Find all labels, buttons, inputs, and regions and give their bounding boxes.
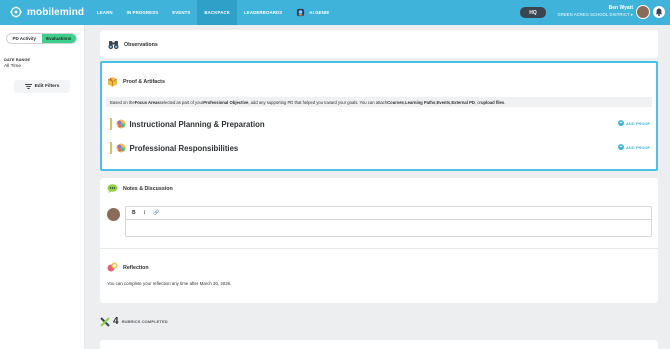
plus-icon: + xyxy=(618,119,624,126)
nav-in-progress[interactable]: IN PROGRESS xyxy=(120,0,166,25)
chat-bubble-icon xyxy=(107,184,118,193)
user-name: Ben Wyatt xyxy=(608,5,633,11)
desc-text: Based on the xyxy=(110,99,135,105)
user-avatar[interactable] xyxy=(636,5,650,19)
user-menu[interactable]: Ben Wyatt GREEN ACRES SCHOOL DISTRICT ▾ xyxy=(557,5,633,17)
observations-title: Observations xyxy=(124,41,158,48)
add-proof-button[interactable]: + ADD PROOF xyxy=(618,144,650,150)
main-nav: LEARN IN PROGRESS EVENTS BACKPACK LEADER… xyxy=(90,0,336,25)
area-accent-bar xyxy=(110,142,112,154)
rubrics-label: RUBRICS COMPLETED xyxy=(121,319,168,324)
edit-filters-button[interactable]: Edit Filters xyxy=(14,80,70,93)
observations-header[interactable]: Observations xyxy=(108,39,158,50)
nav-leaderboards[interactable]: LEADERBOARDS xyxy=(237,0,289,25)
notification-icon[interactable] xyxy=(653,6,665,18)
focus-area-icon xyxy=(116,119,125,129)
focus-area-title: Professional Responsibilities xyxy=(129,143,239,153)
reflection-text: You can complete your reflection any tim… xyxy=(107,281,232,286)
reflection-title: Reflection xyxy=(123,264,149,271)
notes-header: Notes & Discussion xyxy=(107,183,173,194)
desc-text: , add any supporting PD that helped you … xyxy=(248,99,388,105)
italic-button[interactable]: I xyxy=(144,211,146,216)
genie-icon xyxy=(297,8,305,17)
box-icon xyxy=(107,77,118,87)
edit-filters-label: Edit Filters xyxy=(34,84,60,89)
crossed-pencils-icon xyxy=(100,316,110,327)
nav-ai-genie[interactable]: AI GENIE xyxy=(289,0,336,25)
bell-icon xyxy=(655,8,663,17)
nav-ai-genie-label: AI GENIE xyxy=(309,10,330,15)
binoculars-icon xyxy=(108,41,119,50)
link-icon[interactable]: 🔗 xyxy=(153,210,159,216)
brand-logo[interactable]: mobilemind xyxy=(9,6,84,18)
editor-toolbar: B I 🔗 xyxy=(126,207,651,220)
area-accent-bar xyxy=(110,118,112,130)
notes-title: Notes & Discussion xyxy=(123,185,173,192)
commenter-avatar xyxy=(107,208,120,221)
desc-bold: Events xyxy=(436,99,451,105)
date-range-label: DATE RANGE xyxy=(4,57,31,62)
hq-button[interactable]: HQ xyxy=(520,7,546,18)
user-org: GREEN ACRES SCHOOL DISTRICT ▾ xyxy=(557,12,633,17)
desc-bold: upload files xyxy=(480,99,505,105)
nav-events[interactable]: EVENTS xyxy=(165,0,197,25)
add-proof-label: ADD PROOF xyxy=(626,144,650,150)
desc-bold: Learning Paths xyxy=(405,99,436,105)
rubrics-completed: 4 RUBRICS COMPLETED xyxy=(100,316,168,327)
notes-card: Notes & Discussion B I 🔗 Reflection You … xyxy=(100,178,658,303)
plus-icon: + xyxy=(618,143,624,150)
top-navigation-bar: mobilemind LEARN IN PROGRESS EVENTS BACK… xyxy=(0,0,670,25)
focus-area-professional-responsibilities: Professional Responsibilities + ADD PROO… xyxy=(110,142,650,154)
desc-bold: Focus Areas xyxy=(134,99,160,105)
desc-bold: External PD xyxy=(451,99,475,105)
reflection-icon xyxy=(107,262,118,272)
focus-area-instructional-planning: Instructional Planning & Preparation + A… xyxy=(110,118,650,130)
tab-pd-activity[interactable]: PD Activity xyxy=(7,34,42,43)
comment-editor[interactable]: B I 🔗 xyxy=(125,206,652,237)
hq-label: HQ xyxy=(529,9,537,16)
add-proof-label: ADD PROOF xyxy=(626,120,650,126)
desc-bold: Professional Objective xyxy=(203,99,249,105)
bottom-card xyxy=(100,340,658,349)
section-divider xyxy=(100,248,658,249)
proof-title: Proof & Artifacts xyxy=(123,78,165,85)
nav-backpack[interactable]: BACKPACK xyxy=(197,0,238,25)
rubrics-count: 4 xyxy=(113,316,119,327)
nav-learn[interactable]: LEARN xyxy=(90,0,120,25)
brand-name: mobilemind xyxy=(27,6,85,18)
filter-icon xyxy=(24,84,32,89)
focus-area-icon xyxy=(116,143,125,153)
proof-description: Based on the Focus Areas selected as par… xyxy=(106,97,652,107)
proof-artifacts-card: Proof & Artifacts Based on the Focus Are… xyxy=(100,61,658,171)
focus-area-title: Instructional Planning & Preparation xyxy=(129,119,265,129)
sidebar: PD Activity Evaluations DATE RANGE All T… xyxy=(0,25,85,349)
proof-header: Proof & Artifacts xyxy=(107,76,165,87)
sidebar-tabs: PD Activity Evaluations xyxy=(6,33,77,44)
desc-text: selected as part of your xyxy=(159,99,204,105)
bold-button[interactable]: B xyxy=(132,210,136,216)
reflection-header: Reflection xyxy=(107,262,149,273)
observations-card: Observations xyxy=(100,30,658,58)
desc-bold: Courses xyxy=(387,99,404,105)
add-proof-button[interactable]: + ADD PROOF xyxy=(618,120,650,126)
logo-icon xyxy=(10,6,22,18)
tab-evaluations[interactable]: Evaluations xyxy=(41,34,76,43)
date-range-value: All Time xyxy=(4,64,22,69)
desc-text: . xyxy=(504,99,506,105)
